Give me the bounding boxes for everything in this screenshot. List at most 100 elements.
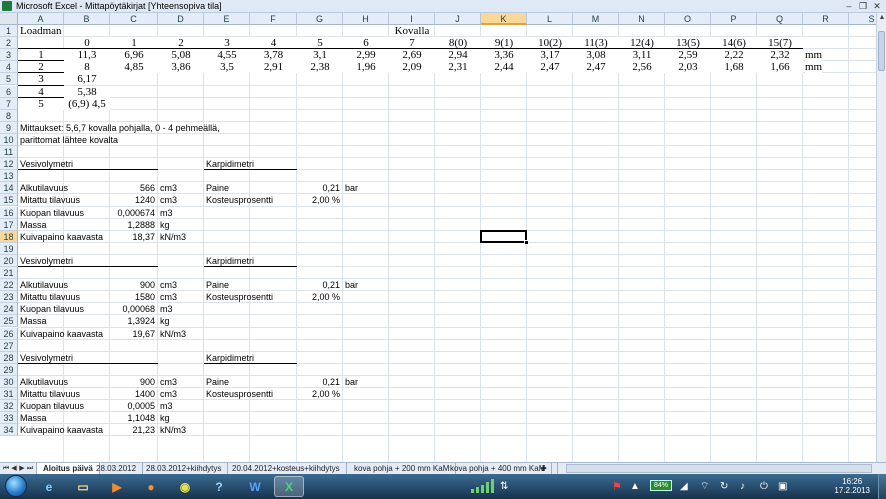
- column-header-f[interactable]: F: [250, 13, 297, 25]
- cell-e23[interactable]: Kosteusprosentti: [206, 291, 273, 303]
- vertical-scroll-thumb[interactable]: [878, 31, 885, 71]
- cell-e14[interactable]: Paine: [206, 182, 229, 194]
- cell-d17[interactable]: kg: [160, 219, 170, 231]
- cell-d30[interactable]: cm3: [160, 376, 177, 388]
- cell-d34[interactable]: kN/m3: [160, 424, 186, 436]
- row-header-25[interactable]: 25: [0, 315, 18, 328]
- column-header-i[interactable]: I: [389, 13, 435, 25]
- cell-q3[interactable]: 2,32: [757, 49, 803, 62]
- cell-a17[interactable]: Massa: [20, 219, 47, 231]
- cell-c33[interactable]: 1,1048: [110, 412, 158, 424]
- row-header-8[interactable]: 8: [0, 109, 18, 122]
- active-cell-selection[interactable]: [480, 229, 529, 245]
- cell-k3[interactable]: 3,36: [481, 49, 527, 62]
- row-header-33[interactable]: 33: [0, 412, 18, 425]
- cell-c17[interactable]: 1,2888: [110, 219, 158, 231]
- cell-o4[interactable]: 2,03: [665, 61, 711, 74]
- cell-g31[interactable]: 2,00 %: [297, 388, 343, 400]
- tray-arrow-icon[interactable]: ▲: [630, 478, 640, 494]
- cell-h14[interactable]: bar: [345, 182, 358, 194]
- cell-b6[interactable]: 5,38: [64, 85, 110, 98]
- cell-e30[interactable]: Paine: [206, 376, 229, 388]
- row-header-3[interactable]: 3: [0, 49, 18, 62]
- cell-a24[interactable]: Kuopan tilavuus: [20, 303, 84, 315]
- row-header-14[interactable]: 14: [0, 182, 18, 195]
- row-header-18[interactable]: 18: [0, 230, 18, 243]
- row-header-30[interactable]: 30: [0, 375, 18, 388]
- signal-icon[interactable]: [470, 478, 496, 494]
- row-header-24[interactable]: 24: [0, 303, 18, 316]
- sheet-tab-kova-200[interactable]: kova pohja + 200 mm KaM: [348, 463, 457, 474]
- cell-h4[interactable]: 1,96: [343, 61, 389, 74]
- chrome-icon[interactable]: ◉: [170, 476, 200, 497]
- column-header-r[interactable]: R: [803, 13, 849, 25]
- cell-d26[interactable]: kN/m3: [160, 328, 186, 340]
- row-header-28[interactable]: 28: [0, 351, 18, 364]
- row-header-32[interactable]: 32: [0, 400, 18, 413]
- cell-a23[interactable]: Mitattu tilavuus: [20, 291, 80, 303]
- excel-icon[interactable]: X: [274, 476, 304, 497]
- row-header-6[interactable]: 6: [0, 85, 18, 98]
- cell-d16[interactable]: m3: [160, 207, 173, 219]
- sheet-tab-28-03[interactable]: 28.03.2012: [90, 463, 144, 474]
- row-header-20[interactable]: 20: [0, 254, 18, 267]
- column-header-d[interactable]: D: [158, 13, 204, 25]
- spreadsheet-grid[interactable]: A B C D E F G H I J K L M N O P Q R S 1 2 3 4 5 6 7 8 9 10 11 12 13 14 15…: [0, 13, 876, 462]
- help-icon[interactable]: ?: [204, 476, 234, 497]
- insert-sheet-icon[interactable]: ✚: [540, 463, 558, 474]
- column-header-s[interactable]: S: [849, 13, 876, 25]
- cell-d25[interactable]: kg: [160, 315, 170, 327]
- cell-c18[interactable]: 18,37: [110, 231, 158, 243]
- sync-icon[interactable]: ↻: [720, 478, 728, 494]
- cell-a1[interactable]: Loadman: [20, 25, 62, 37]
- minimize-button[interactable]: –: [842, 0, 856, 12]
- flag-alert-icon[interactable]: ⚑: [612, 478, 622, 494]
- cell-d31[interactable]: cm3: [160, 388, 177, 400]
- cell-i3[interactable]: 2,69: [389, 49, 435, 62]
- fill-handle[interactable]: [524, 239, 529, 245]
- cell-e3[interactable]: 4,55: [204, 49, 250, 62]
- cell-d18[interactable]: kN/m3: [160, 231, 186, 243]
- firefox-icon[interactable]: ●: [136, 476, 166, 497]
- cell-c24[interactable]: 0,00068: [110, 303, 158, 315]
- row-header-29[interactable]: 29: [0, 363, 18, 376]
- close-button[interactable]: ✕: [870, 0, 884, 12]
- scroll-up-arrow-icon[interactable]: ▲: [877, 13, 886, 23]
- cell-c31[interactable]: 1400: [110, 388, 158, 400]
- cell-e4[interactable]: 3,5: [204, 61, 250, 74]
- cell-a7[interactable]: 5: [18, 97, 64, 110]
- vertical-scrollbar[interactable]: ▲: [876, 13, 886, 462]
- cell-l4[interactable]: 2,47: [527, 61, 573, 74]
- cell-a16[interactable]: Kuopan tilavuus: [20, 207, 84, 219]
- display-icon[interactable]: ▣: [778, 478, 787, 494]
- cell-g23[interactable]: 2,00 %: [297, 291, 343, 303]
- cell-d3[interactable]: 5,08: [158, 49, 204, 62]
- cell-a34[interactable]: Kuivapaino kaavasta: [20, 424, 103, 436]
- taskbar-clock[interactable]: 16:26 17.2.2013: [834, 477, 870, 495]
- cell-f4[interactable]: 2,91: [250, 61, 297, 74]
- row-header-12[interactable]: 12: [0, 158, 18, 171]
- speaker-icon[interactable]: ♪: [740, 478, 745, 494]
- column-header-g[interactable]: G: [297, 13, 343, 25]
- cell-l3[interactable]: 3,17: [527, 49, 573, 62]
- cell-g22[interactable]: 0,21: [297, 279, 343, 291]
- excel-app-icon[interactable]: [2, 1, 12, 11]
- internet-explorer-icon[interactable]: e: [34, 476, 64, 497]
- cell-c32[interactable]: 0,0005: [110, 400, 158, 412]
- cell-j4[interactable]: 2,31: [435, 61, 481, 74]
- cell-r3[interactable]: mm: [805, 49, 823, 62]
- row-header-1[interactable]: 1: [0, 25, 18, 38]
- column-header-p[interactable]: P: [711, 13, 757, 25]
- cell-r4[interactable]: mm: [805, 61, 823, 74]
- cell-n4[interactable]: 2,56: [619, 61, 665, 74]
- cell-b7[interactable]: (6,9) 4,5: [64, 97, 110, 110]
- cell-c15[interactable]: 1240: [110, 194, 158, 206]
- cell-q4[interactable]: 1,66: [757, 61, 803, 74]
- row-header-31[interactable]: 31: [0, 388, 18, 401]
- row-header-11[interactable]: 11: [0, 146, 18, 159]
- cell-a15[interactable]: Mitattu tilavuus: [20, 194, 80, 206]
- column-header-m[interactable]: M: [573, 13, 619, 25]
- wifi-icon[interactable]: ⌔: [700, 478, 709, 494]
- row-header-9[interactable]: 9: [0, 121, 18, 134]
- cell-p4[interactable]: 1,68: [711, 61, 757, 74]
